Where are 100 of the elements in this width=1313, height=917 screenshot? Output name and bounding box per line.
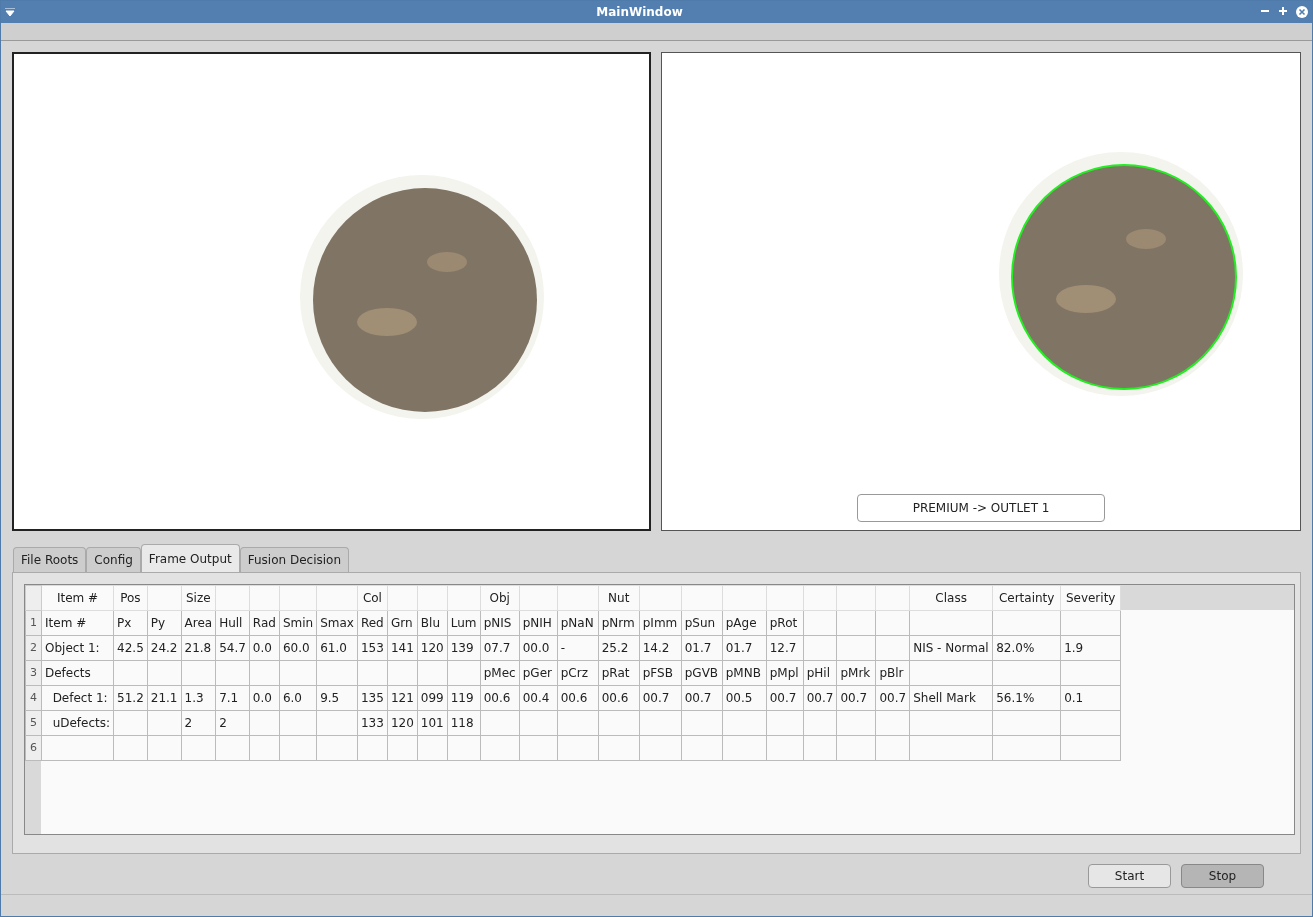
table-cell [113,710,148,736]
tab[interactable]: File Roots [13,547,87,572]
table-cell [417,660,448,686]
table-cell [417,735,448,761]
table-cell: 00.5 [722,685,767,711]
column-header[interactable] [279,585,317,611]
table-cell: pNrm [598,610,640,636]
table-cell: 119 [447,685,481,711]
table-cell [357,660,388,686]
table-cell: pBlr [875,660,910,686]
tab[interactable]: Frame Output [140,544,240,572]
column-header[interactable] [639,585,682,611]
table-cell: 00.7 [803,685,837,711]
table-cell: 099 [417,685,448,711]
table-cell: Hull [215,610,250,636]
table-cell [1060,735,1121,761]
table-cell: Rad [249,610,280,636]
table-cell: Red [357,610,388,636]
table-cell [639,710,682,736]
corner-cell[interactable] [25,585,42,611]
table-cell: uDefects: [41,710,114,736]
table-cell [836,635,876,661]
table-cell: 00.6 [598,685,640,711]
table-cell [1060,610,1121,636]
column-header[interactable]: Size [181,585,216,611]
table-cell: Py [147,610,181,636]
table-cell [113,660,148,686]
table-cell: 118 [447,710,481,736]
table-cell: pNaN [557,610,599,636]
table-cell [992,610,1061,636]
table-cell: 00.7 [836,685,876,711]
table-cell: 153 [357,635,388,661]
table-cell [316,660,358,686]
action-button[interactable]: Stop [1181,864,1264,888]
table-cell [147,710,181,736]
table-cell [803,610,837,636]
table-cell: 9.5 [316,685,358,711]
table-cell [598,710,640,736]
column-header[interactable]: Item # [41,585,114,611]
table-cell [113,735,148,761]
column-header[interactable] [249,585,280,611]
table-cell [316,735,358,761]
tab[interactable]: Config [86,547,141,572]
table-cell: pMpl [766,660,804,686]
table-cell: - [557,635,599,661]
table-cell: Item # [41,610,114,636]
column-header[interactable] [557,585,599,611]
column-header[interactable] [681,585,723,611]
table-cell [279,710,317,736]
row-number: 2 [25,635,42,661]
table-cell: 60.0 [279,635,317,661]
table-cell [249,710,280,736]
column-header[interactable] [215,585,250,611]
action-button[interactable]: Start [1088,864,1171,888]
column-header[interactable]: Certainty [992,585,1061,611]
window-menu-icon[interactable] [5,8,15,16]
table-cell: pNIH [519,610,558,636]
column-header[interactable] [387,585,418,611]
table-cell [803,635,837,661]
column-header[interactable] [316,585,358,611]
column-header[interactable] [722,585,767,611]
table-cell: 139 [447,635,481,661]
column-header[interactable] [519,585,558,611]
tab[interactable]: Fusion Decision [239,547,350,572]
column-header[interactable]: Obj [480,585,520,611]
table-cell: Smax [316,610,358,636]
table-cell [316,710,358,736]
column-header[interactable] [803,585,837,611]
table-cell: Grn [387,610,418,636]
column-header[interactable] [147,585,181,611]
table-cell: 141 [387,635,418,661]
column-header[interactable] [766,585,804,611]
table-cell: pCrz [557,660,599,686]
column-header[interactable] [836,585,876,611]
table-cell [519,735,558,761]
table-cell: Blu [417,610,448,636]
table-cell [681,710,723,736]
column-header[interactable]: Class [909,585,993,611]
table-cell: 56.1% [992,685,1061,711]
column-header[interactable] [417,585,448,611]
table-cell [480,710,520,736]
column-header[interactable] [875,585,910,611]
table-cell: 21.1 [147,685,181,711]
close-icon[interactable] [1296,6,1308,18]
table-cell [279,735,317,761]
table-cell [803,710,837,736]
table-cell: 135 [357,685,388,711]
column-header[interactable]: Nut [598,585,640,611]
table-cell: 1.3 [181,685,216,711]
maximize-icon[interactable] [1278,6,1288,16]
table-cell: 120 [387,710,418,736]
table-cell [1060,660,1121,686]
column-header[interactable] [447,585,481,611]
column-header[interactable]: Pos [113,585,148,611]
column-header[interactable]: Severity [1060,585,1121,611]
table-cell: Lum [447,610,481,636]
table-cell [249,735,280,761]
result-label: PREMIUM -> OUTLET 1 [857,494,1106,522]
table-cell [557,735,599,761]
column-header[interactable]: Col [357,585,388,611]
